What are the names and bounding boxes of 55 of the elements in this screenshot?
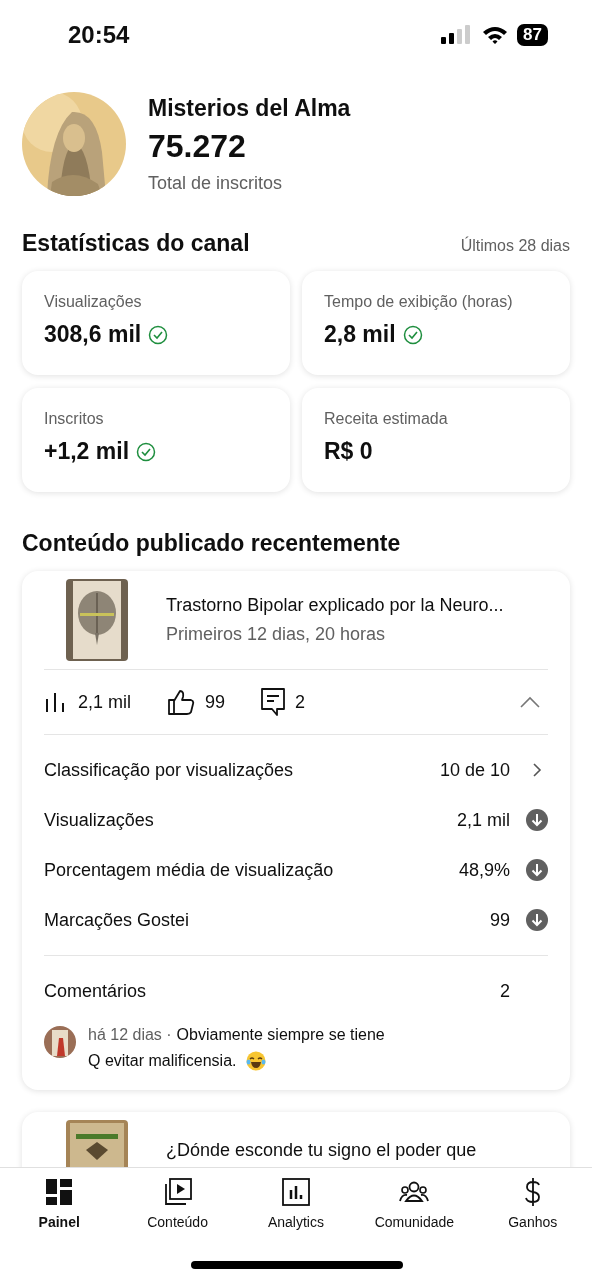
period-label: Últimos 28 dias [460,237,570,255]
comment-age: há 12 dias · [88,1025,172,1045]
status-time: 20:54 [68,21,130,49]
metric-value: 99 [489,909,510,931]
video-title[interactable]: ¿Dónde esconde tu signo el poder que [166,1140,477,1161]
like-count: 99 [205,691,226,713]
comment-text: Obviamente siempre se tiene [176,1025,385,1045]
stat-value: 308,6 mil [44,321,142,348]
stat-card[interactable]: Tempo de exibição (horas) 2,8 mil [302,271,570,375]
stat-card[interactable]: Inscritos +1,2 mil [22,388,290,492]
laughing-emoji-icon [245,1051,266,1071]
bar-chart-icon [281,1178,310,1206]
stat-value: R$ 0 [324,438,373,465]
comment-count: 2 [295,691,306,713]
comments-label: Comentários [44,980,148,1002]
stat-card[interactable]: Receita estimada R$ 0 [302,388,570,492]
metric-label: Classificação por visualizações [44,759,295,781]
battery-indicator: 87 [517,24,548,46]
view-count: 2,1 mil [78,691,131,713]
metric-value: 2,1 mil [457,809,510,831]
nav-tab[interactable]: Comunidade [359,1168,470,1238]
down-arrow-circle-icon [526,909,548,931]
stat-value: 2,8 mil [324,321,396,348]
metric-label: Porcentagem média de visualização [44,859,335,881]
stat-label: Receita estimada [324,410,449,428]
stat-label: Inscritos [44,410,105,428]
metric-label: Marcações Gostei [44,909,191,931]
stat-label: Visualizações [44,293,143,311]
video-title[interactable]: Trastorno Bipolar explicado por la Neuro... [166,595,504,616]
metric-label: Visualizações [44,809,155,831]
nav-tab[interactable]: Ganhos [477,1168,588,1238]
comment-text: Q evitar malificensia. [88,1051,237,1071]
video-period: Primeiros 12 dias, 20 horas [166,624,387,645]
subscriber-count: 75.272 [148,127,247,165]
metric-value: 10 de 10 [439,759,510,781]
section-title: Conteúdo publicado recentemente [22,530,401,557]
comment-icon [261,688,286,716]
metric-value: 48,9% [458,859,510,881]
down-arrow-circle-icon [526,859,548,881]
stat-label: Tempo de exibição (horas) [324,293,514,311]
channel-name: Misterios del Alma [148,94,351,122]
subscriber-label: Total de inscritos [148,172,284,194]
nav-tab[interactable]: Analytics [240,1168,351,1238]
stat-value: +1,2 mil [44,438,130,465]
nav-tab[interactable]: Painel [4,1168,115,1238]
nav-tab[interactable]: Conteúdo [122,1168,233,1238]
down-arrow-circle-icon [526,809,548,831]
dollar-icon [522,1178,543,1206]
section-title: Estatísticas do canal [22,230,250,257]
thumbs-up-icon [167,689,195,715]
stat-card[interactable]: Visualizações 308,6 mil [22,271,290,375]
comments-count: 2 [500,980,510,1002]
dashboard-icon [45,1178,74,1206]
wifi-icon [481,25,510,45]
video-library-icon [163,1178,192,1206]
